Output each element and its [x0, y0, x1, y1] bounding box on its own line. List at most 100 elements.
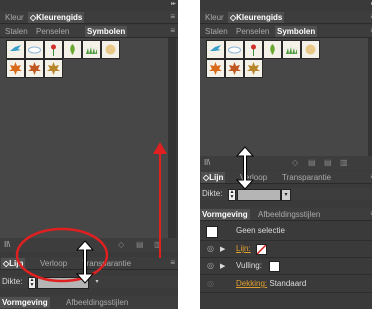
tab-stalen[interactable]: Stalen — [3, 26, 30, 37]
place-symbol-icon[interactable]: ◇ — [292, 158, 298, 167]
dikte-row: Dikte: ▲ ▼ ▾ — [200, 188, 372, 201]
tab-symbolen[interactable]: Symbolen — [85, 26, 128, 37]
tab-lijn[interactable]: ◇Lijn — [201, 172, 226, 183]
sun-icon — [105, 44, 116, 55]
dikte-row: Dikte: ▲ ▼ ▾ — [0, 276, 178, 289]
symbol-grass[interactable] — [82, 40, 101, 59]
symbol-maple-leaf-2[interactable] — [225, 59, 244, 78]
tab-kleur[interactable]: Kleur — [203, 12, 226, 23]
tab-transparantie[interactable]: Transparantie — [280, 172, 333, 183]
maple-leaf-icon — [9, 62, 22, 75]
dikte-input[interactable] — [237, 189, 281, 201]
dekking-value: Standaard — [269, 279, 307, 288]
symbols-toolbar: Il\ ◇ ▤ ▥ — [0, 238, 178, 252]
dikte-input[interactable] — [37, 277, 89, 289]
cloud-icon — [28, 46, 41, 54]
panel-menu-icon[interactable]: ≡ — [170, 257, 175, 268]
tab-vormgeving[interactable]: Vormgeving — [200, 209, 250, 220]
cloud-icon — [228, 46, 241, 54]
symbol-maple-leaf-2[interactable] — [25, 59, 44, 78]
new-symbol-icon-2[interactable]: ▤ — [324, 158, 332, 167]
library-icon[interactable]: Il\ — [204, 158, 210, 167]
expand-triangle-icon[interactable]: ▶ — [220, 262, 225, 270]
dropdown-icon[interactable]: ▾ — [93, 277, 101, 287]
place-symbol-icon[interactable]: ◇ — [118, 240, 124, 249]
maple-leaf-icon — [247, 62, 260, 75]
bird-icon — [210, 45, 221, 51]
swatches-tabbar: Stalen Penselen Symbolen ≡ — [0, 25, 178, 38]
symbols-toolbar: Il\ ◇ ▤ ▤ ▥ — [200, 156, 372, 170]
tab-transparantie[interactable]: Transparantie — [80, 258, 133, 269]
symbol-cloud[interactable] — [25, 40, 44, 59]
symbol-sun[interactable] — [101, 40, 120, 59]
symbol-bird[interactable] — [206, 40, 225, 59]
tab-penselen[interactable]: Penselen — [234, 26, 271, 37]
collapse-icon[interactable]: ▸▸ — [171, 0, 176, 7]
eye-icon[interactable]: ◎ — [207, 261, 214, 270]
maple-leaf-icon — [28, 62, 41, 75]
tab-afbeeldingsstijlen[interactable]: Afbeeldingsstijlen — [256, 209, 322, 220]
sun-icon — [305, 44, 316, 55]
symbol-maple-leaf[interactable] — [206, 59, 225, 78]
maple-leaf-icon — [209, 62, 222, 75]
symbol-cloud[interactable] — [225, 40, 244, 59]
top-strip: ▸▸ — [200, 0, 372, 10]
symbol-leaf[interactable] — [63, 40, 82, 59]
right-panel-screenshot: ▸▸ Kleur ◇Kleurengids ≡ Stalen Penselen … — [200, 0, 372, 309]
maple-leaf-icon — [228, 62, 241, 75]
tab-verloop[interactable]: Verloop — [238, 172, 269, 183]
dikte-stepper[interactable]: ▲ ▼ — [28, 277, 36, 289]
tab-penselen[interactable]: Penselen — [34, 26, 71, 37]
tab-afbeeldingsstijlen[interactable]: Afbeeldingsstijlen — [64, 297, 130, 308]
expand-triangle-icon[interactable]: ▶ — [220, 245, 225, 253]
dekking-link[interactable]: Dekking: — [236, 279, 267, 288]
symbol-bird[interactable] — [6, 40, 25, 59]
panel-menu-icon[interactable]: ≡ — [170, 25, 175, 36]
bird-icon — [10, 45, 21, 51]
symbol-maple-leaf-3[interactable] — [244, 59, 263, 78]
stroke-none-swatch[interactable] — [256, 244, 267, 255]
tab-kleurengids[interactable]: ◇Kleurengids — [228, 12, 285, 23]
symbol-grass[interactable] — [282, 40, 301, 59]
maple-leaf-icon — [47, 62, 60, 75]
tab-lijn[interactable]: ◇Lijn — [1, 258, 26, 269]
dikte-label: Dikte: — [202, 189, 223, 198]
dikte-stepper[interactable]: ▲ ▼ — [228, 189, 236, 201]
new-symbol-icon[interactable]: ▤ — [308, 158, 316, 167]
tab-kleurengids[interactable]: ◇Kleurengids — [28, 12, 85, 23]
lijn-row[interactable]: ◎ ▶ Lijn: — [200, 241, 372, 258]
symbol-leaf[interactable] — [263, 40, 282, 59]
flower-icon — [251, 44, 256, 56]
tab-vormgeving[interactable]: Vormgeving — [0, 297, 50, 308]
tab-kleur[interactable]: Kleur — [3, 12, 26, 23]
stroke-tabbar: ◇Lijn Verloop Transparantie ≡ — [200, 171, 372, 184]
dropdown-icon[interactable]: ▾ — [281, 189, 291, 201]
grass-icon — [286, 47, 297, 54]
symbol-maple-leaf[interactable] — [6, 59, 25, 78]
lijn-link[interactable]: Lijn: — [236, 243, 251, 255]
color-tabbar: Kleur ◇Kleurengids ≡ — [0, 11, 178, 24]
geen-selectie-label: Geen selectie — [236, 226, 285, 235]
symbol-maple-leaf-3[interactable] — [44, 59, 63, 78]
panel-menu-icon[interactable]: ≡ — [170, 11, 175, 22]
library-icon[interactable]: Il\ — [4, 240, 10, 249]
eye-icon[interactable]: ◎ — [207, 279, 214, 288]
eye-icon[interactable]: ◎ — [207, 244, 214, 253]
scrollbar[interactable] — [168, 38, 176, 238]
symbol-flower[interactable] — [244, 40, 263, 59]
fill-white-swatch[interactable] — [269, 261, 280, 272]
tab-stalen[interactable]: Stalen — [203, 26, 230, 37]
tab-verloop[interactable]: Verloop — [38, 258, 69, 269]
symbol-flower[interactable] — [44, 40, 63, 59]
delete-icon[interactable]: ▥ — [340, 158, 348, 167]
vulling-label: Vulling: — [236, 261, 262, 270]
dekking-row[interactable]: ◎ Dekking: Standaard — [200, 276, 372, 293]
symbol-sun[interactable] — [301, 40, 320, 59]
tab-symbolen[interactable]: Symbolen — [275, 26, 318, 37]
scrollbar[interactable] — [368, 38, 372, 156]
new-symbol-icon[interactable]: ▤ — [136, 240, 144, 249]
delete-icon[interactable]: ▥ — [154, 240, 162, 249]
vulling-row[interactable]: ◎ ▶ Vulling: — [200, 258, 372, 275]
appearance-tabbar: Vormgeving Afbeeldingsstijlen ≡ — [200, 208, 372, 221]
grass-icon — [86, 47, 97, 54]
